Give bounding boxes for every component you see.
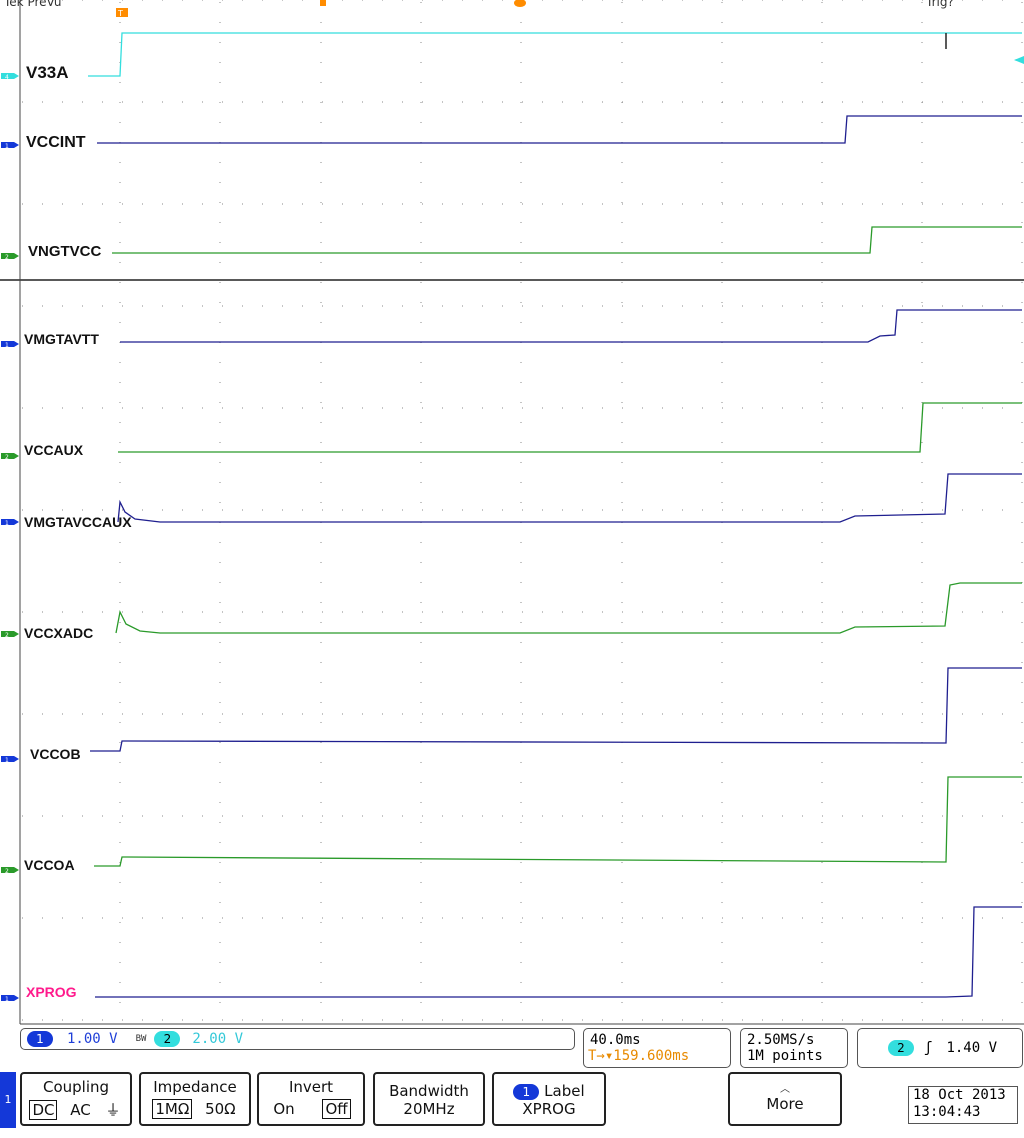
bandwidth-menu[interactable]: Bandwidth 20MHz <box>373 1072 485 1126</box>
ground-icon[interactable]: ⏚ <box>104 1099 123 1120</box>
coupling-title: Coupling <box>42 1078 110 1096</box>
invert-title: Invert <box>288 1078 334 1096</box>
coupling-dc-option[interactable]: DC <box>29 1100 58 1120</box>
channel-label-vccoa: VCCOA <box>24 857 75 873</box>
more-label: More <box>766 1095 804 1113</box>
svg-text:2: 2 <box>5 454 9 461</box>
trigger-level: 1.40 V <box>946 1040 998 1056</box>
center-marker <box>320 0 326 6</box>
bandwidth-value: 20MHz <box>403 1100 455 1118</box>
channel-label-vccob: VCCOB <box>30 746 81 762</box>
timebase-readout[interactable]: 40.0ms T→▾159.600ms <box>583 1028 731 1068</box>
invert-on-option[interactable]: On <box>271 1100 296 1118</box>
channel-label-vccxadc: VCCXADC <box>24 625 94 641</box>
channel-label-vmgtavccaux: VMGTAVCCAUX <box>24 514 132 530</box>
coupling-menu[interactable]: Coupling DC AC ⏚ <box>20 1072 132 1126</box>
ch1-badge: 1 <box>27 1031 53 1047</box>
more-menu-button[interactable]: ︿ More <box>728 1072 842 1126</box>
ch2-badge: 2 <box>154 1031 181 1047</box>
channel-menu-tab[interactable]: 1 <box>0 1072 16 1128</box>
ch2-scale: 2.00 V <box>192 1031 243 1047</box>
impedance-1m-option[interactable]: 1MΩ <box>152 1099 193 1119</box>
svg-text:1: 1 <box>5 342 9 349</box>
svg-text:2: 2 <box>5 632 9 639</box>
label-title: Label <box>544 1082 585 1100</box>
invert-off-option[interactable]: Off <box>322 1099 351 1119</box>
time: 13:04:43 <box>913 1104 981 1120</box>
invert-menu[interactable]: Invert On Off <box>257 1072 365 1126</box>
date-time-display: 18 Oct 2013 13:04:43 <box>908 1086 1018 1124</box>
label-value: XPROG <box>522 1100 576 1118</box>
svg-text:2: 2 <box>5 868 9 875</box>
bandwidth-title: Bandwidth <box>389 1082 469 1100</box>
channel-label-vmgtavtt: VMGTAVTT <box>24 331 99 347</box>
trigger-delay-value: T→▾159.600ms <box>588 1048 690 1064</box>
label-channel-badge: 1 <box>513 1084 540 1100</box>
label-menu[interactable]: 1 Label XPROG <box>492 1072 606 1126</box>
svg-text:1: 1 <box>5 996 9 1003</box>
channel-label-vccaux: VCCAUX <box>24 442 84 458</box>
coupling-ac-option[interactable]: AC <box>68 1101 92 1119</box>
channel-label-v33a: V33A <box>26 63 69 82</box>
ch1-scale: 1.00 V <box>67 1031 118 1047</box>
svg-text:2: 2 <box>5 254 9 261</box>
date: 18 Oct 2013 <box>913 1087 1006 1103</box>
channel-label-xprog: XPROG <box>26 984 77 1000</box>
svg-text:1: 1 <box>5 520 9 527</box>
acquisition-readout[interactable]: 2.50MS/s 1M points <box>740 1028 848 1068</box>
channel-label-vngtvcc: VNGTVCC <box>28 243 102 260</box>
svg-text:4: 4 <box>5 74 9 81</box>
more-arrow-icon: ︿ <box>780 1084 790 1095</box>
bandwidth-limit-icon: BW <box>135 1034 147 1044</box>
svg-text:T: T <box>117 9 123 18</box>
impedance-menu[interactable]: Impedance 1MΩ 50Ω <box>139 1072 251 1126</box>
waveform-display: 4 1 2 1 2 1 2 1 2 1 T Tek PreVu Trig? <box>0 0 1024 1030</box>
impedance-title: Impedance <box>153 1078 237 1096</box>
trigger-source-badge: 2 <box>888 1040 914 1056</box>
timebase-value: 40.0ms <box>590 1032 641 1048</box>
record-length: 1M points <box>747 1048 823 1064</box>
svg-text:1: 1 <box>5 143 9 150</box>
svg-text:1: 1 <box>5 757 9 764</box>
header-trig-status: Trig? <box>926 0 954 9</box>
header-prevu-label: Tek PreVu <box>4 0 62 9</box>
rising-edge-icon: ʃ <box>924 1040 933 1056</box>
trigger-readout[interactable]: 2 ʃ 1.40 V <box>857 1028 1023 1068</box>
impedance-50-option[interactable]: 50Ω <box>203 1100 238 1118</box>
sample-rate: 2.50MS/s <box>747 1032 815 1048</box>
vertical-scale-readout[interactable]: 1 1.00 V BW 2 2.00 V <box>20 1028 575 1050</box>
channel-label-vccint: VCCINT <box>26 134 86 151</box>
